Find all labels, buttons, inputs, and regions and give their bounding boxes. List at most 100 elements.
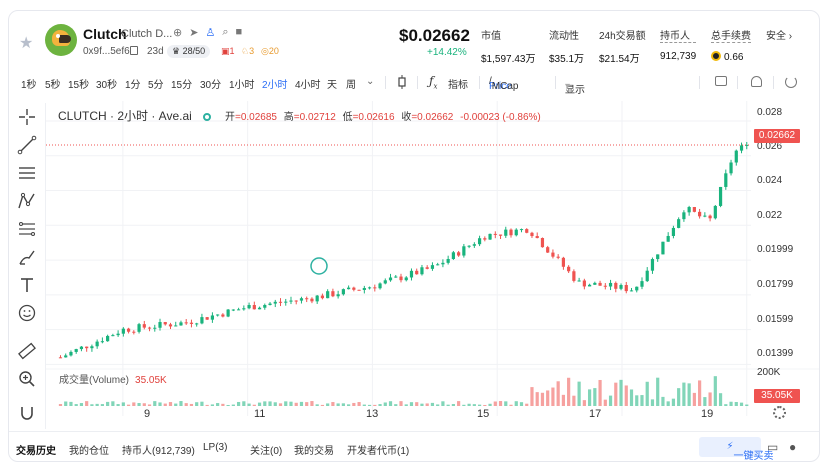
candle xyxy=(352,287,356,290)
ruler-icon[interactable] xyxy=(17,341,37,361)
volume-bar xyxy=(629,389,634,406)
candle xyxy=(739,145,744,151)
interval-week[interactable]: 周 xyxy=(346,76,356,91)
current-price: $0.02662 xyxy=(399,26,470,45)
volume-bar xyxy=(698,380,702,406)
candle xyxy=(677,219,681,228)
crosshair-icon[interactable] xyxy=(17,107,37,127)
candle xyxy=(608,282,613,287)
volume-bar xyxy=(561,394,566,406)
volume-bar xyxy=(498,401,503,406)
volume-bar xyxy=(483,404,487,406)
candle xyxy=(734,150,738,163)
copy-address-icon[interactable] xyxy=(130,46,138,55)
more-intervals-chevron-icon[interactable]: ⌄ xyxy=(366,76,374,87)
safety-link[interactable]: 安全 › xyxy=(766,27,792,42)
profile-icon[interactable]: ♙ xyxy=(205,26,215,39)
interval-15m[interactable]: 15分 xyxy=(171,76,192,91)
keyboard-icon[interactable]: ▭ xyxy=(767,440,778,454)
indicators-icon[interactable]: ƒx xyxy=(429,74,437,90)
volume-bar xyxy=(572,395,576,406)
chat-bubble-icon[interactable]: ● xyxy=(789,440,796,454)
trend-line-icon[interactable] xyxy=(17,135,37,155)
candle xyxy=(430,265,435,269)
volume-bar xyxy=(587,389,592,406)
volume-bar xyxy=(446,404,450,406)
volume-bar xyxy=(357,402,361,406)
drawing-tools-sidebar xyxy=(9,103,45,425)
interval-2h[interactable]: 2小时 xyxy=(262,76,288,91)
candle xyxy=(692,207,696,212)
volume-bar xyxy=(457,401,461,406)
favorite-star-icon[interactable]: ★ xyxy=(19,33,33,53)
tab-lp[interactable]: LP(3) xyxy=(203,442,227,453)
tab-my-positions[interactable]: 我的仓位 xyxy=(69,442,109,457)
candle xyxy=(519,229,524,231)
tab-holders[interactable]: 持币人(912,739) xyxy=(122,442,195,457)
chart-settings-gear-icon[interactable] xyxy=(773,406,786,419)
horizontal-lines-icon[interactable] xyxy=(17,163,37,183)
x-tick: 17 xyxy=(589,408,602,420)
interval-5s[interactable]: 5秒 xyxy=(45,76,61,91)
y-tick: 0.022 xyxy=(757,210,783,221)
interval-30m[interactable]: 30分 xyxy=(200,76,221,91)
legend-visibility-icon[interactable] xyxy=(202,113,211,121)
pattern-tool-icon[interactable] xyxy=(17,191,37,211)
screenshot-camera-icon[interactable] xyxy=(715,76,727,86)
indicators-button[interactable]: 指标 xyxy=(448,76,468,91)
volume-bar xyxy=(420,403,424,406)
candle xyxy=(525,229,529,233)
candle xyxy=(477,238,482,245)
tab-dev-tokens[interactable]: 开发者代币(1) xyxy=(347,442,409,457)
price-change: +14.42% xyxy=(427,47,467,58)
volume-bar xyxy=(326,403,330,406)
telegram-icon[interactable]: ➤ xyxy=(189,26,198,39)
volume-bar xyxy=(64,401,68,406)
risk-flag-info[interactable]: ◎20 xyxy=(261,46,279,57)
tab-trade-history[interactable]: 交易历史 xyxy=(16,442,56,457)
volume-bar xyxy=(210,404,215,406)
volume-bar xyxy=(467,403,471,406)
volume-bar xyxy=(645,381,649,406)
x-tick: 15 xyxy=(477,408,490,420)
candle xyxy=(210,315,215,320)
volume-bar xyxy=(608,395,613,406)
interval-30s[interactable]: 30秒 xyxy=(96,76,117,91)
brush-icon[interactable] xyxy=(17,247,37,267)
candle xyxy=(299,298,304,301)
search-icon[interactable]: ⌕ xyxy=(222,26,228,39)
tab-my-trades[interactable]: 我的交易 xyxy=(294,442,334,457)
magnet-icon[interactable] xyxy=(17,403,37,423)
zoom-in-icon[interactable] xyxy=(17,369,37,389)
risk-flag-warning[interactable]: ♘3 xyxy=(241,46,254,57)
volume-bar xyxy=(477,404,482,406)
price-alert-bell-icon[interactable] xyxy=(751,76,762,87)
tab-watch[interactable]: 关注(0) xyxy=(250,442,282,457)
token-fullname: Clutch D... xyxy=(121,28,173,40)
fibonacci-icon[interactable] xyxy=(17,219,37,239)
volume-bar xyxy=(614,382,618,406)
interval-1m[interactable]: 1分 xyxy=(125,76,141,91)
interval-day[interactable]: 天 xyxy=(327,76,337,91)
volume-bar xyxy=(567,377,571,406)
website-icon[interactable]: ⊕ xyxy=(173,26,182,39)
interval-4h[interactable]: 4小时 xyxy=(295,76,321,91)
volume-bar xyxy=(739,402,744,406)
interval-5m[interactable]: 5分 xyxy=(148,76,164,91)
volume-bar xyxy=(58,404,63,406)
risk-flag-red[interactable]: ▣1 xyxy=(221,46,235,57)
interval-1h[interactable]: 1小时 xyxy=(229,76,255,91)
quick-buy-sell-button[interactable]: ⚡ 一键买卖 xyxy=(699,437,774,461)
price-mcap-toggle[interactable]: Price / MCap xyxy=(489,76,518,92)
interval-1s[interactable]: 1秒 xyxy=(21,76,37,91)
refresh-icon[interactable] xyxy=(785,76,797,88)
comment-icon[interactable]: ■ xyxy=(235,26,242,39)
candle xyxy=(79,346,84,350)
interval-15s[interactable]: 15秒 xyxy=(68,76,89,91)
volume-bar xyxy=(341,403,345,406)
emoji-icon[interactable] xyxy=(17,303,37,323)
text-tool-icon[interactable] xyxy=(17,275,37,295)
volume-bar xyxy=(273,402,277,406)
candlestick-type-icon[interactable] xyxy=(397,75,407,89)
volume-bar xyxy=(189,403,194,406)
